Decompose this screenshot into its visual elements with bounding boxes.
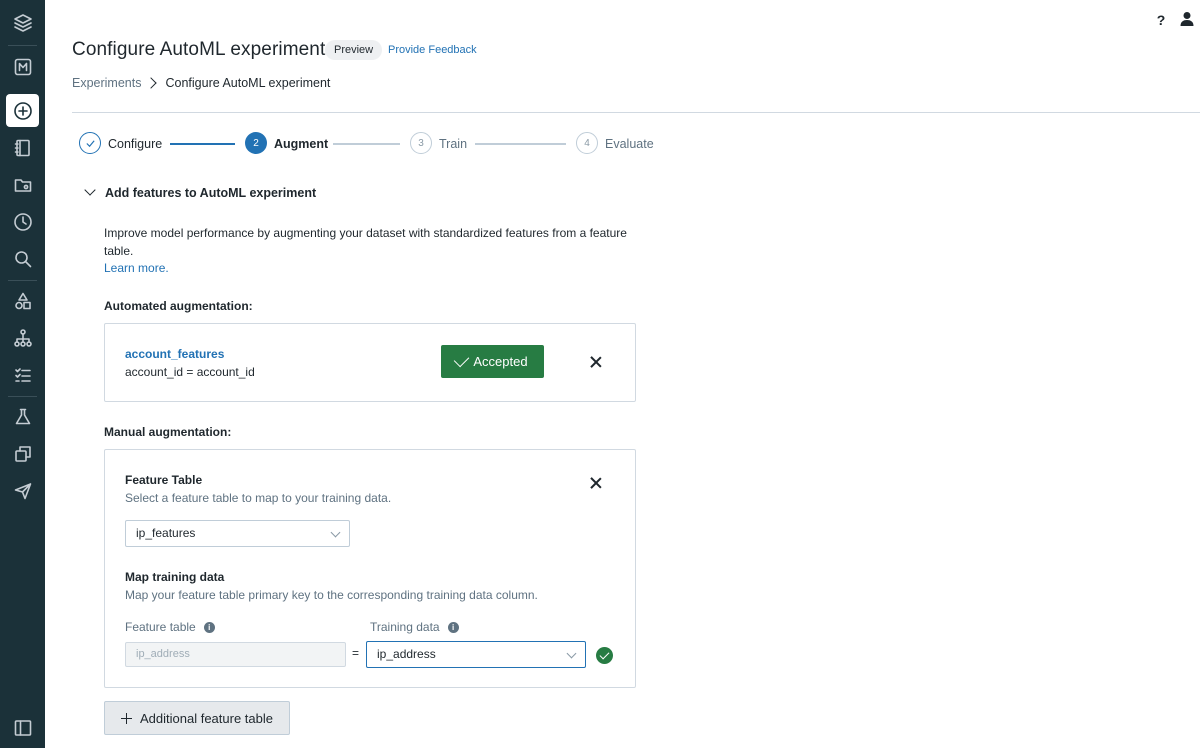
automated-augmentation-heading: Automated augmentation: (104, 299, 253, 313)
workflow-icon[interactable] (6, 321, 39, 354)
automated-feature-card (104, 323, 636, 402)
manual-augmentation-heading: Manual augmentation: (104, 425, 232, 439)
step-train-label[interactable]: Train (439, 137, 467, 151)
training-data-field-label: Training data i (370, 620, 459, 634)
preview-badge: Preview (325, 40, 383, 60)
add-feature-table-label: Additional feature table (140, 710, 273, 726)
accepted-label: Accepted (473, 354, 528, 369)
notebook-icon[interactable] (6, 131, 39, 164)
chevron-down-icon[interactable] (84, 184, 96, 196)
accepted-button[interactable]: Accepted (441, 345, 544, 378)
copy-icon[interactable] (6, 437, 39, 470)
add-feature-table-button[interactable]: Additional feature table (104, 701, 290, 735)
step-connector (333, 143, 400, 145)
send-icon[interactable] (6, 474, 39, 507)
checklist-icon[interactable] (6, 358, 39, 391)
training-data-select-value: ip_address (377, 647, 436, 661)
chevron-right-icon (145, 77, 158, 89)
section-title[interactable]: Add features to AutoML experiment (105, 186, 316, 200)
learn-more-link[interactable]: Learn more. (104, 261, 169, 275)
equals-sign: = (352, 646, 360, 660)
feature-table-select-value: ip_features (136, 526, 196, 540)
info-icon[interactable]: i (447, 621, 459, 633)
step-augment-number[interactable]: 2 (245, 132, 267, 154)
check-icon (454, 351, 470, 367)
chevron-down-icon (330, 527, 341, 538)
shapes-icon[interactable] (6, 284, 39, 317)
breadcrumb-current: Configure AutoML experiment (165, 76, 331, 90)
folder-icon[interactable] (6, 168, 39, 201)
panel-icon[interactable] (6, 711, 39, 744)
help-icon[interactable]: ? (1154, 11, 1168, 29)
step-evaluate-label[interactable]: Evaluate (605, 137, 654, 151)
close-icon[interactable] (590, 477, 602, 489)
map-training-data-description: Map your feature table primary key to th… (125, 588, 538, 602)
breadcrumb: Experiments Configure AutoML experiment (72, 76, 330, 90)
step-augment-label[interactable]: Augment (274, 137, 328, 151)
plus-icon (121, 712, 132, 724)
feature-table-link[interactable]: account_features (125, 347, 224, 361)
flask-icon[interactable] (6, 400, 39, 433)
close-icon[interactable] (590, 356, 602, 368)
section-description: Improve model performance by augmenting … (104, 226, 627, 258)
m-badge-icon[interactable] (6, 50, 39, 83)
chevron-down-icon (566, 648, 577, 659)
clock-icon[interactable] (6, 205, 39, 238)
sidebar (0, 0, 45, 748)
feature-table-field-label: Feature table i (125, 620, 215, 634)
feature-table-title: Feature Table (125, 473, 203, 487)
valid-check-icon (596, 647, 613, 664)
search-icon[interactable] (6, 242, 39, 275)
header-divider (72, 112, 1200, 113)
plus-circle-icon[interactable] (6, 94, 39, 127)
step-configure-label[interactable]: Configure (108, 137, 162, 151)
step-configure-complete-icon[interactable] (79, 132, 101, 154)
feature-table-label-text: Feature table (125, 620, 196, 634)
page-title: Configure AutoML experiment (72, 39, 326, 60)
feature-table-description: Select a feature table to map to your tr… (125, 491, 392, 505)
sidebar-divider (8, 396, 37, 397)
training-data-label-text: Training data (370, 620, 440, 634)
feature-join-key: account_id = account_id (125, 365, 255, 379)
step-train-number[interactable]: 3 (410, 132, 432, 154)
breadcrumb-experiments-link[interactable]: Experiments (72, 76, 141, 90)
user-icon[interactable] (1178, 10, 1196, 28)
feature-table-select[interactable]: ip_features (125, 520, 350, 547)
layers-icon[interactable] (6, 6, 39, 39)
step-evaluate-number[interactable]: 4 (576, 132, 598, 154)
step-connector (475, 143, 566, 145)
sidebar-divider (8, 45, 37, 46)
feature-key-input: ip_address (125, 642, 346, 667)
training-data-select[interactable]: ip_address (366, 641, 586, 668)
info-icon[interactable]: i (203, 621, 215, 633)
provide-feedback-link[interactable]: Provide Feedback (388, 44, 477, 56)
map-training-data-title: Map training data (125, 570, 225, 584)
sidebar-divider (8, 280, 37, 281)
step-connector (170, 143, 235, 145)
